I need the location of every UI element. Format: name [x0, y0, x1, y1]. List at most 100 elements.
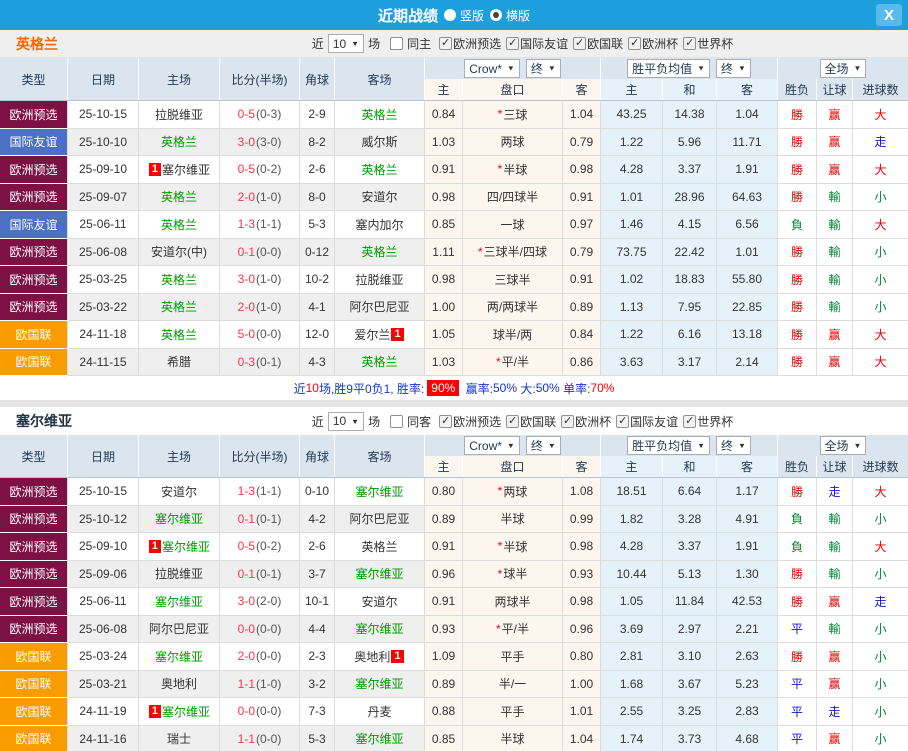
away-team[interactable]: 安道尔 [335, 588, 425, 616]
avg-type-select[interactable]: 胜平负均值 ▼ [627, 436, 710, 455]
home-handicap-odds: 1.09 [425, 643, 463, 671]
fulltime-score: 2-0 [237, 189, 255, 204]
odds-state-select[interactable]: 终 ▼ [525, 436, 561, 455]
home-handicap-odds: 0.89 [425, 670, 463, 698]
home-team[interactable]: 塞尔维亚 [139, 588, 220, 616]
away-team[interactable]: 拉脱维亚 [335, 266, 425, 294]
checkbox-icon[interactable]: ✓ [683, 37, 697, 50]
away-handicap-odds: 0.80 [563, 643, 601, 671]
home-team[interactable]: 瑞士 [139, 725, 220, 751]
competition-filter[interactable]: ✓ 国际友谊 [506, 35, 568, 52]
checkbox-icon[interactable]: ✓ [683, 414, 697, 428]
team-name: 安道尔 [361, 190, 398, 205]
away-team[interactable]: 英格兰 [335, 156, 425, 184]
away-team[interactable]: 塞内加尔 [335, 211, 425, 239]
home-team[interactable]: 安道尔 [139, 478, 220, 506]
result-wdl: 勝 [778, 238, 817, 266]
layout-option-vertical[interactable]: 竖版 [443, 7, 484, 24]
team-name: 英格兰 [160, 190, 197, 205]
away-team[interactable]: 塞尔维亚 [335, 670, 425, 698]
home-team[interactable]: 拉脱维亚 [139, 101, 220, 129]
checkbox-icon[interactable]: ✓ [439, 37, 453, 50]
competition-filter[interactable]: ✓ 世界杯 [683, 35, 733, 52]
chevron-down-icon: ▼ [506, 441, 515, 450]
competition-filter[interactable]: ✓ 欧国联 [573, 35, 623, 52]
match-row: 欧洲预选 25-10-12 塞尔维亚 0-1 (0-1) 4-2 阿尔巴尼亚 0.89 半球 0.… [0, 505, 908, 533]
checkbox-icon[interactable]: ✓ [439, 414, 453, 428]
away-team[interactable]: 塞尔维亚 [335, 478, 425, 506]
checkbox-icon[interactable]: ✓ [573, 37, 587, 50]
home-team[interactable]: 1 塞尔维亚 [139, 156, 220, 184]
match-count-select[interactable]: 10 ▼ [327, 411, 365, 431]
avg-odds-value: 7.95 [663, 293, 717, 321]
away-team[interactable]: 塞尔维亚 [335, 560, 425, 588]
away-team[interactable]: 奥地利 1 [335, 643, 425, 671]
match-count-select[interactable]: 10 ▼ [327, 34, 365, 53]
home-team[interactable]: 英格兰 [139, 183, 220, 211]
column-subheader: 让球 [817, 79, 853, 100]
away-team[interactable]: 塞尔维亚 [335, 615, 425, 643]
checkbox-icon[interactable]: ✓ [616, 414, 630, 428]
home-team[interactable]: 奥地利 [139, 670, 220, 698]
scope-select[interactable]: 全场 ▼ [819, 436, 867, 455]
competition-filter[interactable]: ✓ 欧洲预选 [439, 35, 501, 52]
home-team[interactable]: 英格兰 [139, 321, 220, 349]
checkbox-icon[interactable]: ✓ [561, 414, 575, 428]
home-team[interactable]: 安道尔(中) [139, 238, 220, 266]
radio-selected-icon[interactable] [490, 9, 502, 21]
away-team[interactable]: 塞尔维亚 [335, 725, 425, 751]
same-venue-checkbox[interactable] [390, 37, 404, 50]
away-team[interactable]: 爱尔兰 1 [335, 321, 425, 349]
checkbox-icon[interactable]: ✓ [506, 414, 520, 428]
avg-type-select[interactable]: 胜平负均值 ▼ [627, 59, 710, 78]
home-team[interactable]: 塞尔维亚 [139, 505, 220, 533]
scope-group: 全场 ▼ [778, 435, 908, 456]
odds-source-select[interactable]: Crow* ▼ [464, 436, 520, 455]
home-team[interactable]: 1 塞尔维亚 [139, 533, 220, 561]
home-team[interactable]: 1 塞尔维亚 [139, 698, 220, 726]
competition-filter[interactable]: ✓ 欧洲预选 [439, 413, 501, 430]
home-handicap-odds: 0.89 [425, 505, 463, 533]
layout-option-horizontal[interactable]: 横版 [490, 7, 530, 24]
away-team[interactable]: 阿尔巴尼亚 [335, 293, 425, 321]
away-team[interactable]: 英格兰 [335, 238, 425, 266]
away-team[interactable]: 丹麦 [335, 698, 425, 726]
odds-source-select[interactable]: Crow* ▼ [464, 59, 520, 78]
column-subheader: 主 [601, 456, 663, 477]
home-team[interactable]: 拉脱维亚 [139, 560, 220, 588]
competition-filter[interactable]: ✓ 欧国联 [506, 413, 556, 430]
away-team[interactable]: 英格兰 [335, 533, 425, 561]
same-venue-checkbox[interactable] [390, 414, 404, 428]
score-cell: 0-1 (0-0) [220, 238, 300, 266]
avg-state-select[interactable]: 终 ▼ [716, 59, 751, 78]
competition-filter[interactable]: ✓ 世界杯 [683, 413, 733, 430]
team-name: 英格兰 [160, 272, 197, 287]
radio-icon[interactable] [443, 9, 456, 21]
away-team[interactable]: 威尔斯 [335, 128, 425, 156]
home-team[interactable]: 英格兰 [139, 266, 220, 294]
home-team[interactable]: 英格兰 [139, 128, 220, 156]
scope-select[interactable]: 全场 ▼ [819, 59, 867, 78]
competition-filter[interactable]: ✓ 欧洲杯 [561, 413, 611, 430]
result-handicap: 赢 [817, 670, 853, 698]
away-team[interactable]: 安道尔 [335, 183, 425, 211]
competition-filter[interactable]: ✓ 国际友谊 [616, 413, 678, 430]
checkbox-icon[interactable]: ✓ [506, 37, 520, 50]
close-button[interactable]: X [876, 4, 902, 26]
away-team[interactable]: 阿尔巴尼亚 [335, 505, 425, 533]
home-team[interactable]: 英格兰 [139, 211, 220, 239]
home-team[interactable]: 英格兰 [139, 293, 220, 321]
handicap-text: 两/两球半 [486, 300, 539, 315]
odds-state-select[interactable]: 终 ▼ [525, 59, 561, 78]
home-team[interactable]: 希腊 [139, 348, 220, 376]
home-team[interactable]: 阿尔巴尼亚 [139, 615, 220, 643]
away-team[interactable]: 英格兰 [335, 101, 425, 129]
checkbox-icon[interactable]: ✓ [628, 37, 642, 50]
avg-state-select[interactable]: 终 ▼ [716, 436, 751, 455]
avg-odds-value: 64.63 [717, 183, 778, 211]
home-team[interactable]: 塞尔维亚 [139, 643, 220, 671]
match-date: 25-03-21 [68, 670, 139, 698]
competition-filters: ✓ 欧洲预选 ✓ 国际友谊 ✓ 欧国联 ✓ 欧洲杯 ✓ 世界杯 [439, 35, 736, 52]
away-team[interactable]: 英格兰 [335, 348, 425, 376]
competition-filter[interactable]: ✓ 欧洲杯 [628, 35, 678, 52]
